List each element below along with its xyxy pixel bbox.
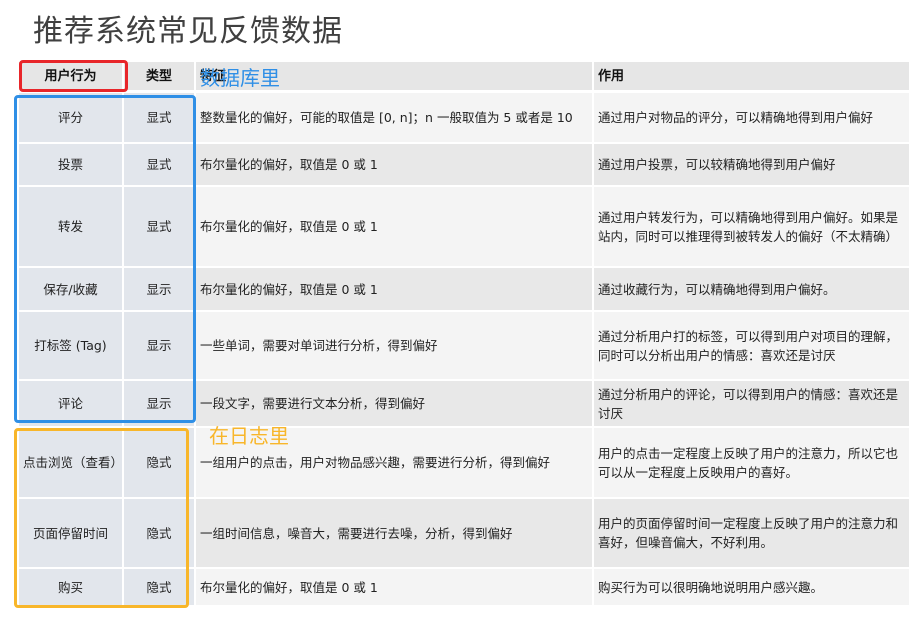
annotation-database: 数据库里 <box>200 66 280 90</box>
row-0-feature: 整数量化的偏好，可能的取值是 [0, n]；n 一般取值为 5 或者是 10 <box>196 93 592 142</box>
row-0-type: 显式 <box>124 93 194 142</box>
page-title: 推荐系统常见反馈数据 <box>33 14 343 49</box>
row-2-feature: 布尔量化的偏好，取值是 0 或 1 <box>196 187 592 266</box>
header-behavior: 用户行为 <box>19 62 122 90</box>
row-1-behavior: 投票 <box>19 144 122 185</box>
row-0-effect: 通过用户对物品的评分，可以精确地得到用户偏好 <box>594 93 909 142</box>
row-7-feature: 一组时间信息，噪音大，需要进行去噪，分析，得到偏好 <box>196 499 592 567</box>
row-0-behavior: 评分 <box>19 93 122 142</box>
faint-footer-text <box>620 600 910 614</box>
row-2-effect: 通过用户转发行为，可以精确地得到用户偏好。如果是站内，同时可以推理得到被转发人的… <box>594 187 909 266</box>
annotation-log: 在日志里 <box>209 424 289 448</box>
row-1-effect: 通过用户投票，可以较精确地得到用户偏好 <box>594 144 909 185</box>
row-5-effect: 通过分析用户的评论，可以得到用户的情感：喜欢还是讨厌 <box>594 381 909 426</box>
row-5-feature: 一段文字，需要进行文本分析，得到偏好 <box>196 381 592 426</box>
row-5-behavior: 评论 <box>19 381 122 426</box>
row-4-effect: 通过分析用户打的标签，可以得到用户对项目的理解，同时可以分析出用户的情感：喜欢还… <box>594 312 909 379</box>
row-7-type: 隐式 <box>124 499 194 567</box>
row-4-type: 显示 <box>124 312 194 379</box>
header-effect: 作用 <box>594 62 909 90</box>
row-3-feature: 布尔量化的偏好，取值是 0 或 1 <box>196 268 592 310</box>
row-8-type: 隐式 <box>124 569 194 605</box>
row-1-type: 显式 <box>124 144 194 185</box>
row-3-effect: 通过收藏行为，可以精确地得到用户偏好。 <box>594 268 909 310</box>
slide: 推荐系统常见反馈数据 用户行为 类型 特征 作用 评分 显式 整数量化的偏好，可能的取值是 … <box>0 0 919 618</box>
row-6-type: 隐式 <box>124 428 194 497</box>
row-8-feature: 布尔量化的偏好，取值是 0 或 1 <box>196 569 592 605</box>
row-2-behavior: 转发 <box>19 187 122 266</box>
row-7-effect: 用户的页面停留时间一定程度上反映了用户的注意力和喜好，但噪音偏大，不好利用。 <box>594 499 909 567</box>
row-4-behavior: 打标签 (Tag) <box>19 312 122 379</box>
row-8-behavior: 购买 <box>19 569 122 605</box>
row-1-feature: 布尔量化的偏好，取值是 0 或 1 <box>196 144 592 185</box>
row-4-feature: 一些单词，需要对单词进行分析，得到偏好 <box>196 312 592 379</box>
row-2-type: 显式 <box>124 187 194 266</box>
row-5-type: 显示 <box>124 381 194 426</box>
row-3-behavior: 保存/收藏 <box>19 268 122 310</box>
row-7-behavior: 页面停留时间 <box>19 499 122 567</box>
row-3-type: 显示 <box>124 268 194 310</box>
header-type: 类型 <box>124 62 194 90</box>
row-6-effect: 用户的点击一定程度上反映了用户的注意力，所以它也可以从一定程度上反映用户的喜好。 <box>594 428 909 497</box>
row-6-behavior: 点击浏览（查看） <box>19 428 123 497</box>
